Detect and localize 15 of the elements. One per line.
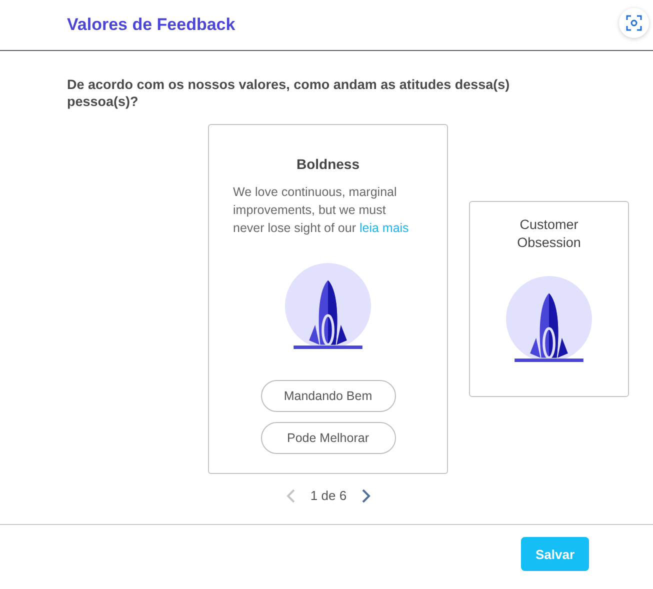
card-title: Boldness (296, 155, 360, 173)
dialog-title: Valores de Feedback (67, 15, 236, 35)
value-card[interactable]: Boldness We love continuous, marginal improvements, but we must never lose sight of our leia mais Mandando Bem Pode Melhorar (208, 124, 448, 474)
card-title: Customer Obsession (516, 216, 582, 252)
next-icon[interactable] (360, 488, 371, 502)
value-card[interactable]: Customer Obsession (469, 201, 629, 397)
page-indicator: 1 de 6 (310, 488, 347, 503)
scan-button[interactable] (619, 8, 649, 38)
rocket-icon (506, 276, 592, 362)
rating-option-button[interactable]: Mandando Bem (260, 380, 396, 412)
card-description: We love continuous, marginal improvements, but we must never lose sight of our leia mais (233, 184, 410, 237)
question-text: De acordo com os nossos valores, como andam as atitudes dessa(s) pessoa(s)? (67, 76, 511, 110)
rating-option-button[interactable]: Pode Melhorar (260, 422, 396, 454)
scan-icon (626, 15, 642, 31)
rocket-icon (285, 263, 371, 349)
